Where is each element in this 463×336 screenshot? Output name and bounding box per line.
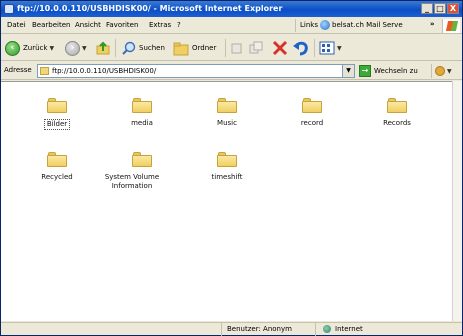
folder-label: Bilder [43,119,71,130]
close-button[interactable]: X [447,3,459,14]
menu-bearbeiten[interactable]: Bearbeiten [32,21,70,29]
views-dropdown-icon[interactable]: ▼ [337,45,342,52]
toolbar-separator [314,39,315,57]
folder-item[interactable]: Records [357,98,437,128]
folder-item[interactable]: record [272,98,352,128]
back-arrow-icon: ‹ [5,40,20,56]
status-user: Benutzer: Anonym [227,325,292,333]
status-zone-label: Internet [335,325,363,333]
norton-icon [435,66,445,76]
norton-toolbar-button[interactable]: ▼ [431,64,459,78]
address-input[interactable]: ftp://10.0.0.110/USBHDISK00/ ▼ [37,64,355,78]
folder-icon [132,152,152,167]
folder-label: Music [217,119,237,127]
undo-button[interactable] [292,40,310,56]
copy-to-icon [249,41,263,54]
menu-bar: Datei Bearbeiten Ansicht Favoriten Extra… [1,18,462,34]
menu-ansicht[interactable]: Ansicht [75,21,101,29]
search-icon [122,41,136,55]
search-label: Suchen [139,44,165,52]
folder-label: timeshift [211,173,243,181]
folders-icon [173,42,189,55]
folder-label: Recycled [41,173,73,181]
undo-icon [293,41,308,56]
move-to-button[interactable] [231,40,245,56]
status-zone: Internet [323,325,363,333]
links-bar: Links belsat.ch Mail Serve » [295,19,440,32]
menu-help[interactable]: ? [177,21,181,29]
norton-dropdown-icon[interactable]: ▼ [447,68,452,75]
folders-button[interactable]: Ordner [173,40,216,56]
ie-window: ftp://10.0.0.110/USBHDISK00/ - Microsoft… [0,0,463,336]
windows-logo-icon [442,19,460,33]
delete-x-icon [272,40,288,56]
go-button[interactable]: → Wechseln zu [359,64,418,78]
folder-label: record [300,119,324,127]
views-button[interactable]: ▼ [319,40,342,56]
ftp-folder-icon [40,67,49,75]
menu-extras[interactable]: Extras [149,21,171,29]
go-label: Wechseln zu [374,67,418,75]
ftp-folder-icon [4,4,14,14]
up-folder-button[interactable] [95,40,111,56]
menu-datei[interactable]: Datei [7,21,26,29]
address-dropdown-icon[interactable]: ▼ [342,65,354,77]
forward-dropdown-icon[interactable]: ▼ [82,45,87,52]
folder-icon [132,98,152,113]
link-belsat-mail[interactable]: belsat.ch Mail Serve [332,21,403,29]
copy-to-button[interactable] [249,40,263,56]
folder-view[interactable]: Bilder media Music record Records Recycl… [1,81,452,321]
address-label: Adresse [4,66,32,74]
folder-item[interactable]: System Volume Information [102,152,182,191]
toolbar: ‹ Zurück ▼ › ▼ Suchen Ordner ▼ [1,35,462,61]
toolbar-separator [115,39,116,57]
views-icon [319,41,335,55]
links-more-chevron[interactable]: » [430,20,435,28]
go-arrow-icon: → [359,65,371,77]
toolbar-separator [225,39,226,57]
up-folder-icon [96,41,110,55]
forward-button[interactable]: › ▼ [65,40,87,56]
maximize-button[interactable]: □ [434,3,446,14]
menu-favoriten[interactable]: Favoriten [106,21,138,29]
folders-label: Ordner [192,44,217,52]
title-bar[interactable]: ftp://10.0.0.110/USBHDISK00/ - Microsoft… [1,1,462,17]
ie-page-icon [320,20,330,30]
address-bar: Adresse ftp://10.0.0.110/USBHDISK00/ ▼ →… [1,62,462,80]
window-controls: _ □ X [421,3,459,14]
folder-icon [302,98,322,113]
folder-icon [217,98,237,113]
window-title: ftp://10.0.0.110/USBHDISK00/ - Microsoft… [17,4,283,13]
forward-arrow-icon: › [65,40,80,56]
folder-icon [47,152,67,167]
vertical-scrollbar[interactable] [452,81,462,321]
folder-item[interactable]: timeshift [187,152,267,182]
address-value: ftp://10.0.0.110/USBHDISK00/ [52,67,157,75]
back-label: Zurück [23,44,48,52]
folder-item[interactable]: media [102,98,182,128]
links-label[interactable]: Links [300,21,318,29]
minimize-button[interactable]: _ [421,3,433,14]
back-button[interactable]: ‹ Zurück ▼ [5,40,54,56]
folder-item[interactable]: Recycled [17,152,97,182]
delete-button[interactable] [272,40,288,56]
folder-label: System Volume Information [104,173,160,190]
folder-icon [387,98,407,113]
folder-label: media [131,119,153,127]
internet-globe-icon [323,325,331,333]
folder-label: Records [383,119,411,127]
back-dropdown-icon[interactable]: ▼ [49,45,54,52]
move-to-icon [231,43,242,54]
folder-item[interactable]: Bilder [17,98,97,130]
status-bar: Benutzer: Anonym Internet [1,322,462,336]
folder-icon [47,98,67,113]
folder-item[interactable]: Music [187,98,267,128]
search-button[interactable]: Suchen [121,40,165,56]
folder-icon [217,152,237,167]
